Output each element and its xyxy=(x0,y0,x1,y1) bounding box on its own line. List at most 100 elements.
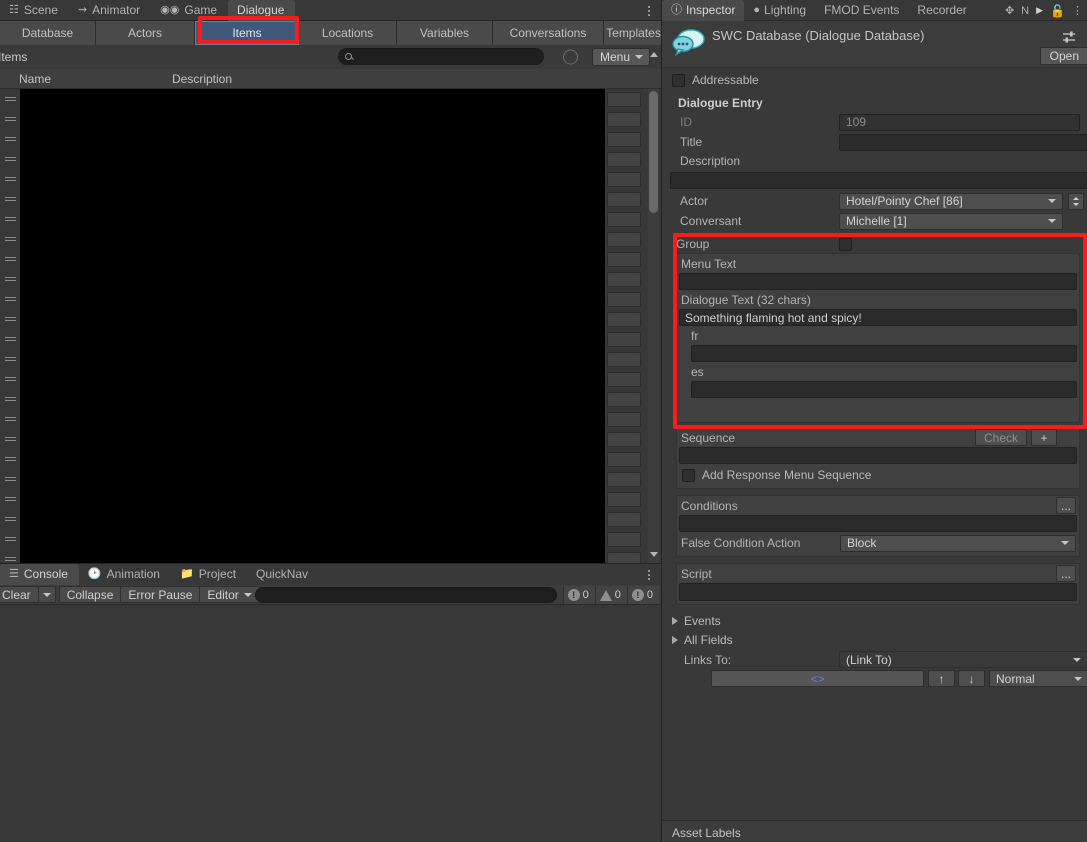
conditions-ellipsis-button[interactable]: ... xyxy=(1056,497,1076,514)
drag-handle-icon[interactable] xyxy=(0,229,20,249)
item-row-action-button[interactable] xyxy=(607,551,641,563)
items-menu-button[interactable]: Menu xyxy=(592,48,651,66)
drag-handle-icon[interactable] xyxy=(0,149,20,169)
item-row[interactable] xyxy=(0,469,645,489)
item-row-action-button[interactable] xyxy=(607,451,641,467)
item-row[interactable] xyxy=(0,389,645,409)
item-row-content[interactable] xyxy=(20,289,605,309)
drag-handle-icon[interactable] xyxy=(0,329,20,349)
item-row[interactable] xyxy=(0,149,645,169)
item-row-action-button[interactable] xyxy=(607,491,641,507)
item-row-action-button[interactable] xyxy=(607,431,641,447)
link-move-down-button[interactable]: ↓ xyxy=(958,670,985,687)
item-row-action-button[interactable] xyxy=(607,271,641,287)
items-list-body[interactable] xyxy=(0,89,661,563)
item-row-action-button[interactable] xyxy=(607,531,641,547)
sequence-input[interactable] xyxy=(679,447,1077,464)
item-row[interactable] xyxy=(0,269,645,289)
error-counter[interactable]: ! 0 xyxy=(626,586,659,604)
actor-dropdown[interactable]: Hotel/Pointy Chef [86] xyxy=(839,192,1063,210)
drag-handle-icon[interactable] xyxy=(0,249,20,269)
item-row-action-button[interactable] xyxy=(607,411,641,427)
link-target-field[interactable]: <> xyxy=(711,670,924,687)
item-row-content[interactable] xyxy=(20,109,605,129)
foldout-all-fields[interactable]: All Fields xyxy=(662,630,1087,649)
item-row-action-button[interactable] xyxy=(607,371,641,387)
console-tab-project[interactable]: 📁 Project xyxy=(171,564,247,585)
item-row-action-button[interactable] xyxy=(607,511,641,527)
window-tab-game[interactable]: ◉◉ Game xyxy=(151,0,228,21)
tab-templates[interactable]: Templates xyxy=(604,21,664,45)
conditions-input[interactable] xyxy=(679,515,1077,532)
console-log-area[interactable] xyxy=(0,605,661,842)
drag-handle-icon[interactable] xyxy=(0,309,20,329)
item-row-action-button[interactable] xyxy=(607,211,641,227)
drag-handle-icon[interactable] xyxy=(0,349,20,369)
drag-handle-icon[interactable] xyxy=(0,209,20,229)
item-row-action-button[interactable] xyxy=(607,151,641,167)
item-row-content[interactable] xyxy=(20,89,605,109)
links-to-dropdown[interactable]: (Link To) xyxy=(839,651,1087,668)
item-row-action-button[interactable] xyxy=(607,251,641,267)
false-condition-action-dropdown[interactable]: Block xyxy=(840,534,1076,552)
item-row[interactable] xyxy=(0,89,645,109)
kebab-icon[interactable]: ⋮ xyxy=(1072,4,1083,17)
preset-icon[interactable] xyxy=(1062,30,1076,44)
drag-handle-icon[interactable] xyxy=(0,109,20,129)
sequence-add-button[interactable]: + xyxy=(1031,429,1057,446)
tab-database[interactable]: Database xyxy=(0,21,96,45)
drag-handle-icon[interactable] xyxy=(0,509,20,529)
console-kebab-icon[interactable] xyxy=(643,567,655,582)
drag-handle-icon[interactable] xyxy=(0,409,20,429)
filter-toggle-icon[interactable] xyxy=(563,49,578,65)
item-row-action-button[interactable] xyxy=(607,311,641,327)
item-row[interactable] xyxy=(0,349,645,369)
drag-handle-icon[interactable] xyxy=(0,389,20,409)
warning-counter[interactable]: 0 xyxy=(594,586,627,604)
item-row[interactable] xyxy=(0,229,645,249)
item-row-action-button[interactable] xyxy=(607,331,641,347)
item-row-action-button[interactable] xyxy=(607,191,641,207)
drag-handle-icon[interactable] xyxy=(0,369,20,389)
sequence-check-button[interactable]: Check xyxy=(975,429,1027,446)
items-vertical-scrollbar[interactable] xyxy=(648,89,659,563)
item-row-action-button[interactable] xyxy=(607,171,641,187)
item-row[interactable] xyxy=(0,409,645,429)
item-row-content[interactable] xyxy=(20,149,605,169)
item-row[interactable] xyxy=(0,529,645,549)
expand-icon[interactable]: ✥ xyxy=(1005,4,1014,17)
tab-locations[interactable]: Locations xyxy=(299,21,397,45)
item-row[interactable] xyxy=(0,169,645,189)
log-counter[interactable]: ! 0 xyxy=(562,586,595,604)
drag-handle-icon[interactable] xyxy=(0,289,20,309)
item-row-content[interactable] xyxy=(20,449,605,469)
item-row-content[interactable] xyxy=(20,169,605,189)
item-row[interactable] xyxy=(0,329,645,349)
link-move-up-button[interactable]: ↑ xyxy=(928,670,955,687)
item-row-action-button[interactable] xyxy=(607,231,641,247)
tab-variables[interactable]: Variables xyxy=(397,21,493,45)
item-row-content[interactable] xyxy=(20,269,605,289)
group-checkbox[interactable] xyxy=(839,237,852,251)
item-row[interactable] xyxy=(0,309,645,329)
item-row[interactable] xyxy=(0,449,645,469)
item-row-content[interactable] xyxy=(20,469,605,489)
scroll-down-arrow[interactable] xyxy=(648,548,659,561)
item-row[interactable] xyxy=(0,209,645,229)
collapse-button[interactable]: Collapse xyxy=(58,586,122,603)
console-tab-console[interactable]: ☰ Console xyxy=(0,564,79,585)
drag-handle-icon[interactable] xyxy=(0,489,20,509)
add-response-menu-row[interactable]: Add Response Menu Sequence xyxy=(677,464,1079,482)
item-row[interactable] xyxy=(0,369,645,389)
drag-handle-icon[interactable] xyxy=(0,469,20,489)
link-priority-dropdown[interactable]: Normal xyxy=(989,670,1087,687)
foldout-events[interactable]: Events xyxy=(662,611,1087,630)
clear-button[interactable]: Clear xyxy=(0,586,39,603)
drag-handle-icon[interactable] xyxy=(0,429,20,449)
addressable-checkbox[interactable] xyxy=(672,73,685,87)
item-row[interactable] xyxy=(0,129,645,149)
dialogue-text-input[interactable]: Something flaming hot and spicy! xyxy=(679,309,1077,326)
drag-handle-icon[interactable] xyxy=(0,189,20,209)
title-input[interactable] xyxy=(839,133,1087,151)
clear-dropdown-button[interactable] xyxy=(37,586,56,603)
